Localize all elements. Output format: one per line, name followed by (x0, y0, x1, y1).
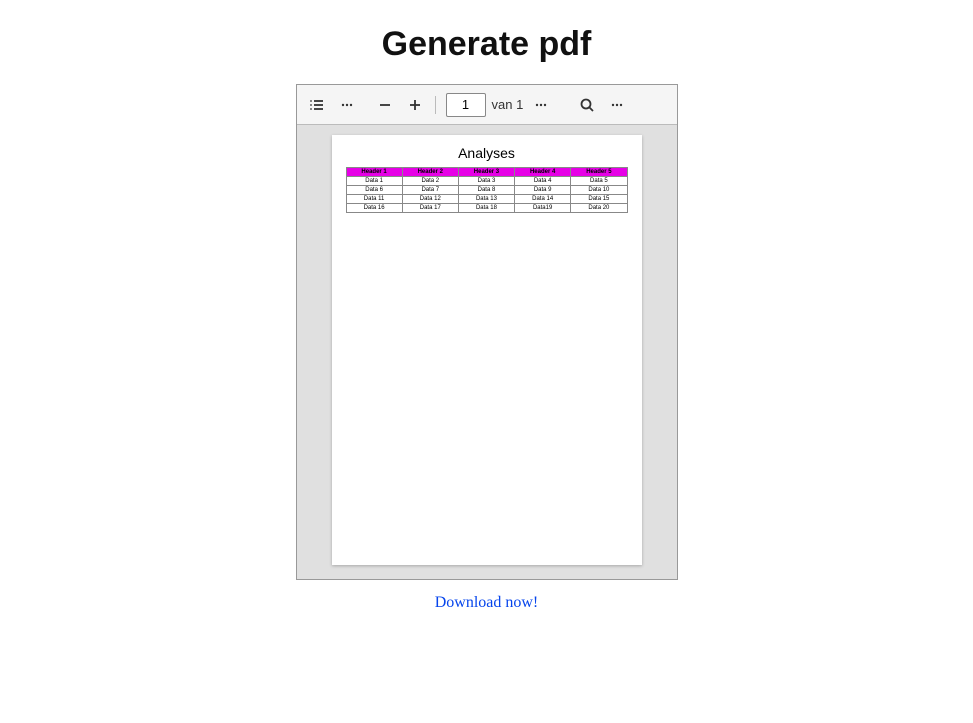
pdf-page: Analyses Header 1Header 2Header 3Header … (332, 135, 642, 565)
zoom-out-button[interactable] (371, 91, 399, 119)
table-cell: Data 5 (571, 177, 627, 186)
table-header: Header 2 (402, 168, 458, 177)
document-title: Analyses (346, 145, 628, 161)
table-cell: Data 8 (458, 186, 514, 195)
page-of-label: van 1 (492, 97, 524, 112)
analyses-table: Header 1Header 2Header 3Header 4Header 5… (346, 167, 628, 213)
page-title: Generate pdf (0, 25, 973, 64)
pdf-viewer: van 1 (296, 84, 678, 580)
table-row: Data 16Data 17Data 18Data19Data 20 (346, 204, 627, 213)
table-row: Data 6Data 7Data 8Data 9Data 10 (346, 186, 627, 195)
table-cell: Data 12 (402, 195, 458, 204)
table-cell: Data 2 (402, 177, 458, 186)
search-icon[interactable] (573, 91, 601, 119)
table-cell: Data 11 (346, 195, 402, 204)
table-header: Header 1 (346, 168, 402, 177)
table-header: Header 4 (515, 168, 571, 177)
table-header: Header 5 (571, 168, 627, 177)
more-icon[interactable] (333, 91, 361, 119)
table-cell: Data 4 (515, 177, 571, 186)
table-cell: Data 3 (458, 177, 514, 186)
pdf-body[interactable]: Analyses Header 1Header 2Header 3Header … (297, 125, 677, 579)
table-cell: Data 17 (402, 204, 458, 213)
table-row: Data 1Data 2Data 3Data 4Data 5 (346, 177, 627, 186)
table-row: Data 11Data 12Data 13Data 14Data 15 (346, 195, 627, 204)
table-cell: Data 6 (346, 186, 402, 195)
table-cell: Data 18 (458, 204, 514, 213)
table-cell: Data 14 (515, 195, 571, 204)
table-cell: Data 13 (458, 195, 514, 204)
more-pages-icon[interactable] (527, 91, 555, 119)
table-cell: Data 20 (571, 204, 627, 213)
toc-icon[interactable] (303, 91, 331, 119)
table-cell: Data19 (515, 204, 571, 213)
table-cell: Data 7 (402, 186, 458, 195)
table-cell: Data 10 (571, 186, 627, 195)
toolbar-divider (435, 96, 436, 114)
table-cell: Data 9 (515, 186, 571, 195)
table-cell: Data 1 (346, 177, 402, 186)
download-link[interactable]: Download now! (0, 594, 973, 612)
table-cell: Data 15 (571, 195, 627, 204)
more-options-icon[interactable] (603, 91, 631, 119)
zoom-in-button[interactable] (401, 91, 429, 119)
table-header: Header 3 (458, 168, 514, 177)
table-cell: Data 16 (346, 204, 402, 213)
pdf-toolbar: van 1 (297, 85, 677, 125)
page-number-input[interactable] (446, 93, 486, 117)
